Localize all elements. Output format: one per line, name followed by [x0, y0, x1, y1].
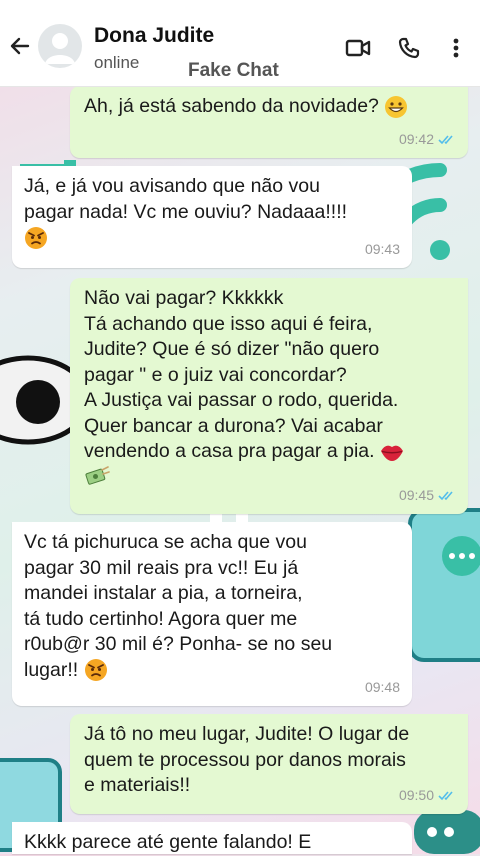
message-meta: 09:42 [399, 127, 456, 153]
message-bubble-outgoing[interactable]: Não vai pagar? Kkkkkk Tá achando que iss… [70, 278, 468, 514]
message-bubble-outgoing[interactable]: Ah, já está sabendo da novidade? 09:42 [70, 86, 468, 158]
more-options-icon[interactable] [444, 36, 468, 60]
money-emoji-icon [85, 466, 110, 485]
message-bubble-incoming[interactable]: Kkkk parece até gente falando! E [12, 822, 412, 854]
grin-emoji-icon [385, 95, 408, 118]
video-call-icon[interactable] [345, 36, 371, 60]
message-text: Vc tá pichuruca se acha que vou pagar 30… [24, 531, 333, 681]
avatar-placeholder-icon [45, 33, 75, 64]
message-meta: 09:45 [399, 483, 456, 509]
phone-icon[interactable] [396, 36, 422, 60]
message-text: Kkkk parece até gente falando! E [24, 831, 312, 853]
phone-doodle [408, 508, 480, 662]
watermark: Fake Chat [188, 60, 279, 81]
message-meta: 09:43 [365, 237, 400, 263]
avatar[interactable] [38, 24, 82, 68]
message-meta: 09:48 [365, 675, 400, 701]
message-time: 09:48 [364, 678, 400, 695]
wifi-doodle-dot [430, 240, 450, 260]
double-check-icon [438, 791, 453, 800]
angry-emoji-icon [25, 226, 47, 249]
message-time: 09:45 [398, 486, 434, 503]
lips-emoji-icon [380, 445, 403, 461]
message-text: Já, e já vou avisando que não vou pagar … [24, 175, 348, 223]
angry-emoji-icon [84, 659, 107, 682]
back-arrow-icon[interactable] [8, 34, 32, 58]
message-bubble-outgoing[interactable]: Já tô no meu lugar, Judite! O lugar de q… [70, 714, 468, 814]
message-text: Ah, já está sabendo da novidade? [84, 95, 379, 117]
double-check-icon [438, 491, 453, 500]
message-meta: 09:50 [399, 783, 456, 809]
message-bubble-incoming[interactable]: Vc tá pichuruca se acha que vou pagar 30… [12, 522, 412, 706]
message-time: 09:42 [398, 130, 434, 147]
message-time: 09:43 [364, 240, 400, 257]
chat-header: Dona Judite online Fake Chat [0, 0, 480, 87]
message-text: Não vai pagar? Kkkkkk Tá achando que iss… [84, 287, 399, 462]
eye-doodle-pupil [16, 380, 60, 424]
message-bubble-incoming[interactable]: Já, e já vou avisando que não vou pagar … [12, 166, 412, 268]
message-time: 09:50 [398, 786, 434, 803]
contact-name[interactable]: Dona Judite [94, 24, 214, 48]
double-check-icon [438, 135, 453, 144]
contact-status: online [94, 53, 140, 72]
